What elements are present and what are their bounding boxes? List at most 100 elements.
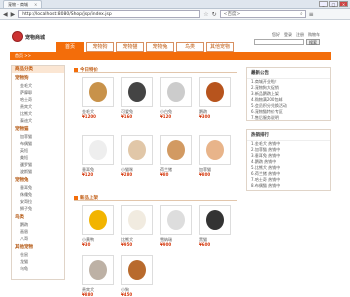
product-price: ¥80 — [160, 172, 169, 177]
product-image[interactable] — [121, 135, 153, 165]
pet-photo-icon — [206, 140, 224, 160]
sidebar-item[interactable]: 八哥 — [12, 235, 64, 242]
new-section-header: 新品上架 — [74, 195, 237, 201]
sidebar-item[interactable]: 乌龟 — [12, 265, 64, 272]
side-list-item[interactable]: 7.售后服务说明 — [247, 115, 330, 121]
product-image[interactable] — [199, 77, 231, 107]
product-card[interactable]: 垂耳兔 ¥120 — [82, 135, 116, 177]
close-window-button[interactable]: × — [339, 1, 348, 7]
site-logo-icon[interactable] — [12, 31, 23, 42]
product-image[interactable] — [82, 135, 114, 165]
sidebar-item[interactable]: 加菲猫 — [12, 133, 64, 140]
pet-photo-icon — [206, 82, 224, 102]
browser-search-input[interactable]: <百度> ⌕ — [219, 10, 306, 18]
site-logo-text[interactable]: 宠物商城 — [25, 34, 45, 41]
minimize-button[interactable]: _ — [319, 1, 328, 7]
pet-photo-icon — [167, 82, 185, 102]
sidebar-item[interactable]: 侏儒兔 — [12, 191, 64, 198]
site-search-button[interactable]: 搜索 — [306, 39, 320, 45]
sidebar-item[interactable]: 泰迪犬 — [12, 117, 64, 124]
sidebar-item[interactable]: 安哥拉 — [12, 198, 64, 205]
sidebar-item[interactable]: 波斯猫 — [12, 168, 64, 175]
sidebar-item[interactable]: 哈士奇 — [12, 96, 64, 103]
product-image[interactable] — [160, 205, 192, 235]
product-image[interactable] — [121, 77, 153, 107]
sidebar-item[interactable]: 暹罗猫 — [12, 161, 64, 168]
site-search: 搜索 — [254, 39, 320, 45]
bookmark-star-icon[interactable]: ☆ — [203, 11, 208, 18]
product-card[interactable]: 可爱兔 ¥160 — [121, 77, 155, 119]
browser-search-icon[interactable]: ⌕ — [300, 11, 303, 17]
product-card[interactable]: 加菲猫 ¥800 — [199, 135, 233, 177]
top-link-hello: 您好 — [272, 32, 280, 37]
top-link-register[interactable]: 注册 — [296, 32, 304, 38]
browser-tab[interactable]: 宠物 - 商城 × — [3, 0, 43, 8]
browser-search-placeholder: <百度> — [223, 12, 241, 17]
sidebar-item[interactable]: 萨摩耶 — [12, 89, 64, 96]
top-link-cart[interactable]: 购物车 — [308, 32, 320, 38]
product-image[interactable] — [160, 135, 192, 165]
product-price: ¥950 — [121, 242, 133, 247]
product-card[interactable]: 荷兰猪 ¥80 — [160, 135, 194, 177]
sidebar-item[interactable]: 狮子兔 — [12, 205, 64, 212]
reload-icon[interactable]: ↻ — [212, 11, 217, 18]
sidebar-item[interactable]: 画眉 — [12, 228, 64, 235]
product-image[interactable] — [199, 205, 231, 235]
sidebar-category[interactable]: 其他宠物 — [12, 242, 64, 251]
product-image[interactable] — [199, 135, 231, 165]
product-image[interactable] — [82, 77, 114, 107]
forward-icon[interactable]: ▶ — [11, 11, 16, 18]
address-bar: ◀ ▶ http://localhost:8080/Shop/jsp/index… — [0, 9, 350, 20]
sidebar-category[interactable]: 宠物猫 — [12, 124, 64, 133]
product-card[interactable]: 贵宾犬 ¥880 — [82, 255, 116, 297]
sidebar-item[interactable]: 布偶猫 — [12, 140, 64, 147]
product-image[interactable] — [82, 255, 114, 285]
product-card[interactable]: 鹦鹉 ¥300 — [199, 77, 233, 119]
sidebar-category[interactable]: 鸟类 — [12, 212, 64, 221]
product-card[interactable]: 小白兔 ¥120 — [160, 77, 194, 119]
product-card[interactable]: 小黄鸭 ¥30 — [82, 205, 116, 247]
pet-photo-icon — [89, 210, 107, 230]
product-card[interactable]: 黑猫 ¥600 — [199, 205, 233, 247]
back-icon[interactable]: ◀ — [3, 11, 8, 18]
product-image[interactable] — [121, 255, 153, 285]
site-search-input[interactable] — [254, 39, 304, 45]
sidebar-item[interactable]: 龙猫 — [12, 258, 64, 265]
nav-others[interactable]: 其他宠物 — [206, 42, 234, 52]
sidebar-title: 商品分类 — [12, 66, 64, 73]
product-image[interactable] — [121, 205, 153, 235]
nav-rabbits[interactable]: 宠物兔 — [146, 42, 174, 52]
nav-cats[interactable]: 宠物猫 — [116, 42, 144, 52]
browser-menu-icon[interactable]: ≡ — [309, 11, 314, 18]
sidebar-category[interactable]: 宠物兔 — [12, 175, 64, 184]
sidebar-item[interactable]: 美短 — [12, 154, 64, 161]
product-image[interactable] — [160, 77, 192, 107]
sidebar-item[interactable]: 垂耳兔 — [12, 184, 64, 191]
url-input[interactable]: http://localhost:8080/Shop/jsp/index.jsp — [18, 10, 201, 18]
product-card[interactable]: 金毛犬 ¥1200 — [82, 77, 116, 119]
sidebar-category[interactable]: 宠物狗 — [12, 73, 64, 82]
sidebar-item[interactable]: 贵宾犬 — [12, 103, 64, 110]
maximize-button[interactable]: □ — [329, 1, 338, 7]
sidebar-item[interactable]: 金毛犬 — [12, 82, 64, 89]
product-card[interactable]: 比熊犬 ¥950 — [121, 205, 155, 247]
product-price: ¥300 — [199, 114, 211, 119]
sidebar-item[interactable]: 鹦鹉 — [12, 221, 64, 228]
product-image[interactable] — [82, 205, 114, 235]
side-list-item[interactable]: 8.布偶猫 热销中 — [247, 183, 330, 189]
top-link-login[interactable]: 登录 — [284, 32, 292, 38]
sidebar-item[interactable]: 比熊犬 — [12, 110, 64, 117]
product-price: ¥900 — [160, 242, 172, 247]
product-card[interactable]: 雪纳瑞 ¥900 — [160, 205, 194, 247]
nav-birds[interactable]: 鸟类 — [176, 42, 204, 52]
tab-close-icon[interactable]: × — [34, 1, 37, 8]
pet-photo-icon — [167, 140, 185, 160]
product-card[interactable]: 小狗 ¥450 — [121, 255, 155, 297]
nav-dogs[interactable]: 宠物狗 — [86, 42, 114, 52]
nav-home[interactable]: 首页 — [56, 42, 84, 52]
hot-section-title: 今日特价 — [80, 68, 98, 73]
sidebar-item[interactable]: 仓鼠 — [12, 251, 64, 258]
sidebar-item[interactable]: 英短 — [12, 147, 64, 154]
hot-section-header: 今日特价 — [74, 67, 237, 73]
product-card[interactable]: 小猫咪 ¥280 — [121, 135, 155, 177]
